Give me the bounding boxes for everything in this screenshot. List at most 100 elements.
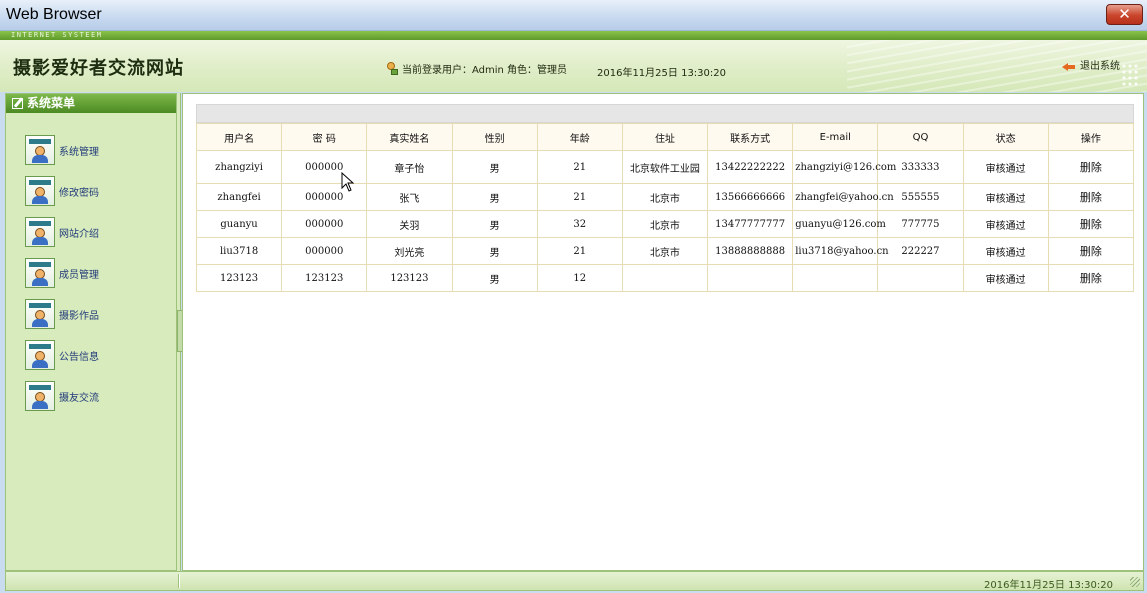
- status-separator: [178, 574, 180, 588]
- table-row: liu3718 000000 刘光亮 男 21 北京市 13888888888 …: [195, 237, 1135, 265]
- header-subtitle: INTERNET SYSTEEM: [11, 31, 103, 39]
- current-user-text: 当前登录用户：Admin 角色：管理员: [402, 65, 568, 76]
- current-user-info: 当前登录用户：Admin 角色：管理员: [384, 61, 567, 76]
- sidebar-header: 系统菜单: [6, 94, 176, 113]
- status-datetime: 2016年11月25日 13:30:20: [984, 580, 1113, 591]
- sidebar: 系统菜单 系统管理 修改密码 网站介绍 成员管理 摄影作品 公告信息 摄友交流: [5, 93, 177, 571]
- cell-gender: 男: [451, 183, 538, 211]
- cell-gender: 男: [451, 237, 538, 265]
- cell-email: [792, 264, 879, 292]
- window-title: Web Browser: [6, 6, 102, 23]
- delete-link[interactable]: 删除: [1047, 150, 1135, 184]
- column-header: 密 码: [281, 123, 368, 151]
- column-header: 年龄: [536, 123, 623, 151]
- table-row: zhangziyi 000000 章子怡 男 21 北京软件工业园 134222…: [195, 150, 1135, 184]
- cell-qq: [877, 264, 964, 292]
- sidebar-item-announcements[interactable]: 公告信息: [25, 339, 99, 371]
- sidebar-item-label[interactable]: 网站介绍: [59, 225, 99, 240]
- table-row: 123123 123123 123123 男 12 审核通过 删除: [195, 264, 1135, 292]
- mouse-cursor-icon: [341, 172, 355, 192]
- delete-link[interactable]: 删除: [1047, 237, 1135, 265]
- cell-email: liu3718@yahoo.cn: [792, 237, 889, 265]
- cell-qq: 222227: [877, 237, 964, 265]
- admin-user-icon: [25, 135, 55, 165]
- sidebar-item-change-password[interactable]: 修改密码: [25, 175, 99, 207]
- cell-username: zhangfei: [195, 183, 283, 211]
- status-bar: 2016年11月25日 13:30:20: [5, 571, 1144, 591]
- cell-username: guanyu: [195, 210, 283, 238]
- cell-email: zhangfei@yahoo.cn: [792, 183, 894, 211]
- admin-user-icon: [25, 176, 55, 206]
- cell-address: 北京市: [621, 210, 709, 238]
- sidebar-item-label[interactable]: 摄影作品: [59, 307, 99, 322]
- cell-phone: [707, 264, 794, 292]
- admin-user-icon: [25, 299, 55, 329]
- table-row: zhangfei 000000 张飞 男 21 北京市 13566666666 …: [195, 183, 1135, 211]
- column-header: 真实姓名: [366, 123, 453, 151]
- cell-email: zhangziyi@126.com: [792, 150, 896, 184]
- sidebar-item-system-admin[interactable]: 系统管理: [25, 134, 99, 166]
- cell-real-name: 123123: [366, 264, 453, 292]
- edit-icon: [12, 98, 23, 109]
- cell-username: liu3718: [195, 237, 283, 265]
- cell-phone: 13566666666: [707, 183, 794, 211]
- header-strip: [0, 31, 1147, 40]
- sidebar-item-member-admin[interactable]: 成员管理: [25, 257, 99, 289]
- column-header: QQ: [877, 123, 964, 151]
- members-table-wrapper: 用户名 密 码 真实姓名 性别 年龄 住址 联系方式 E-mail QQ 状态 …: [195, 104, 1135, 292]
- sidebar-item-label[interactable]: 摄友交流: [59, 389, 99, 404]
- cell-age: 32: [536, 210, 623, 238]
- cell-phone: 13888888888: [707, 237, 794, 265]
- column-header: E-mail: [792, 123, 879, 151]
- admin-user-icon: [25, 340, 55, 370]
- close-button[interactable]: ✕: [1106, 4, 1143, 25]
- site-title: 摄影爱好者交流网站: [13, 58, 184, 79]
- sidebar-item-label[interactable]: 系统管理: [59, 143, 99, 158]
- cell-real-name: 刘光亮: [366, 237, 453, 265]
- sidebar-item-label[interactable]: 公告信息: [59, 348, 99, 363]
- sidebar-item-photo-works[interactable]: 摄影作品: [25, 298, 99, 330]
- cell-address: 北京软件工业园: [621, 150, 709, 184]
- members-table: 用户名 密 码 真实姓名 性别 年龄 住址 联系方式 E-mail QQ 状态 …: [195, 123, 1135, 292]
- header-datetime: 2016年11月25日 13:30:20: [597, 68, 726, 79]
- admin-user-icon: [25, 258, 55, 288]
- column-header: 性别: [451, 123, 538, 151]
- cell-real-name: 章子怡: [366, 150, 453, 184]
- delete-link[interactable]: 删除: [1047, 210, 1135, 238]
- cell-password: 000000: [281, 237, 368, 265]
- cell-email: guanyu@126.com: [792, 210, 886, 238]
- cell-status: 审核通过: [962, 237, 1049, 265]
- cell-phone: 13422222222: [707, 150, 794, 184]
- column-header: 联系方式: [707, 123, 794, 151]
- user-key-icon: [384, 61, 398, 76]
- resize-grip-icon[interactable]: [1130, 577, 1140, 587]
- delete-link[interactable]: 删除: [1047, 183, 1135, 211]
- sidebar-item-label[interactable]: 成员管理: [59, 266, 99, 281]
- logout-label[interactable]: 退出系统: [1080, 57, 1120, 72]
- cell-status: 审核通过: [962, 183, 1049, 211]
- cell-age: 21: [536, 237, 623, 265]
- cell-username: 123123: [195, 264, 283, 292]
- cell-address: [621, 264, 709, 292]
- cell-age: 12: [536, 264, 623, 292]
- sidebar-item-site-intro[interactable]: 网站介绍: [25, 216, 99, 248]
- sidebar-item-label[interactable]: 修改密码: [59, 184, 99, 199]
- logout-arrow-icon: [1062, 60, 1076, 72]
- cell-real-name: 关羽: [366, 210, 453, 238]
- sidebar-item-photographer-exchange[interactable]: 摄友交流: [25, 380, 99, 412]
- cell-age: 21: [536, 150, 623, 184]
- cell-address: 北京市: [621, 237, 709, 265]
- cell-address: 北京市: [621, 183, 709, 211]
- site-header: INTERNET SYSTEEM 摄影爱好者交流网站 当前登录用户：Admin …: [0, 31, 1147, 92]
- cell-qq: 777775: [877, 210, 964, 238]
- cell-status: 审核通过: [962, 210, 1049, 238]
- column-header: 住址: [621, 123, 709, 151]
- sidebar-title: 系统菜单: [27, 96, 76, 110]
- logout-link[interactable]: 退出系统: [1062, 57, 1120, 72]
- admin-user-icon: [25, 217, 55, 247]
- column-header: 用户名: [195, 123, 283, 151]
- delete-link[interactable]: 删除: [1047, 264, 1135, 292]
- table-row: guanyu 000000 关羽 男 32 北京市 13477777777 gu…: [195, 210, 1135, 238]
- dots-decoration: [1121, 63, 1139, 87]
- cell-age: 21: [536, 183, 623, 211]
